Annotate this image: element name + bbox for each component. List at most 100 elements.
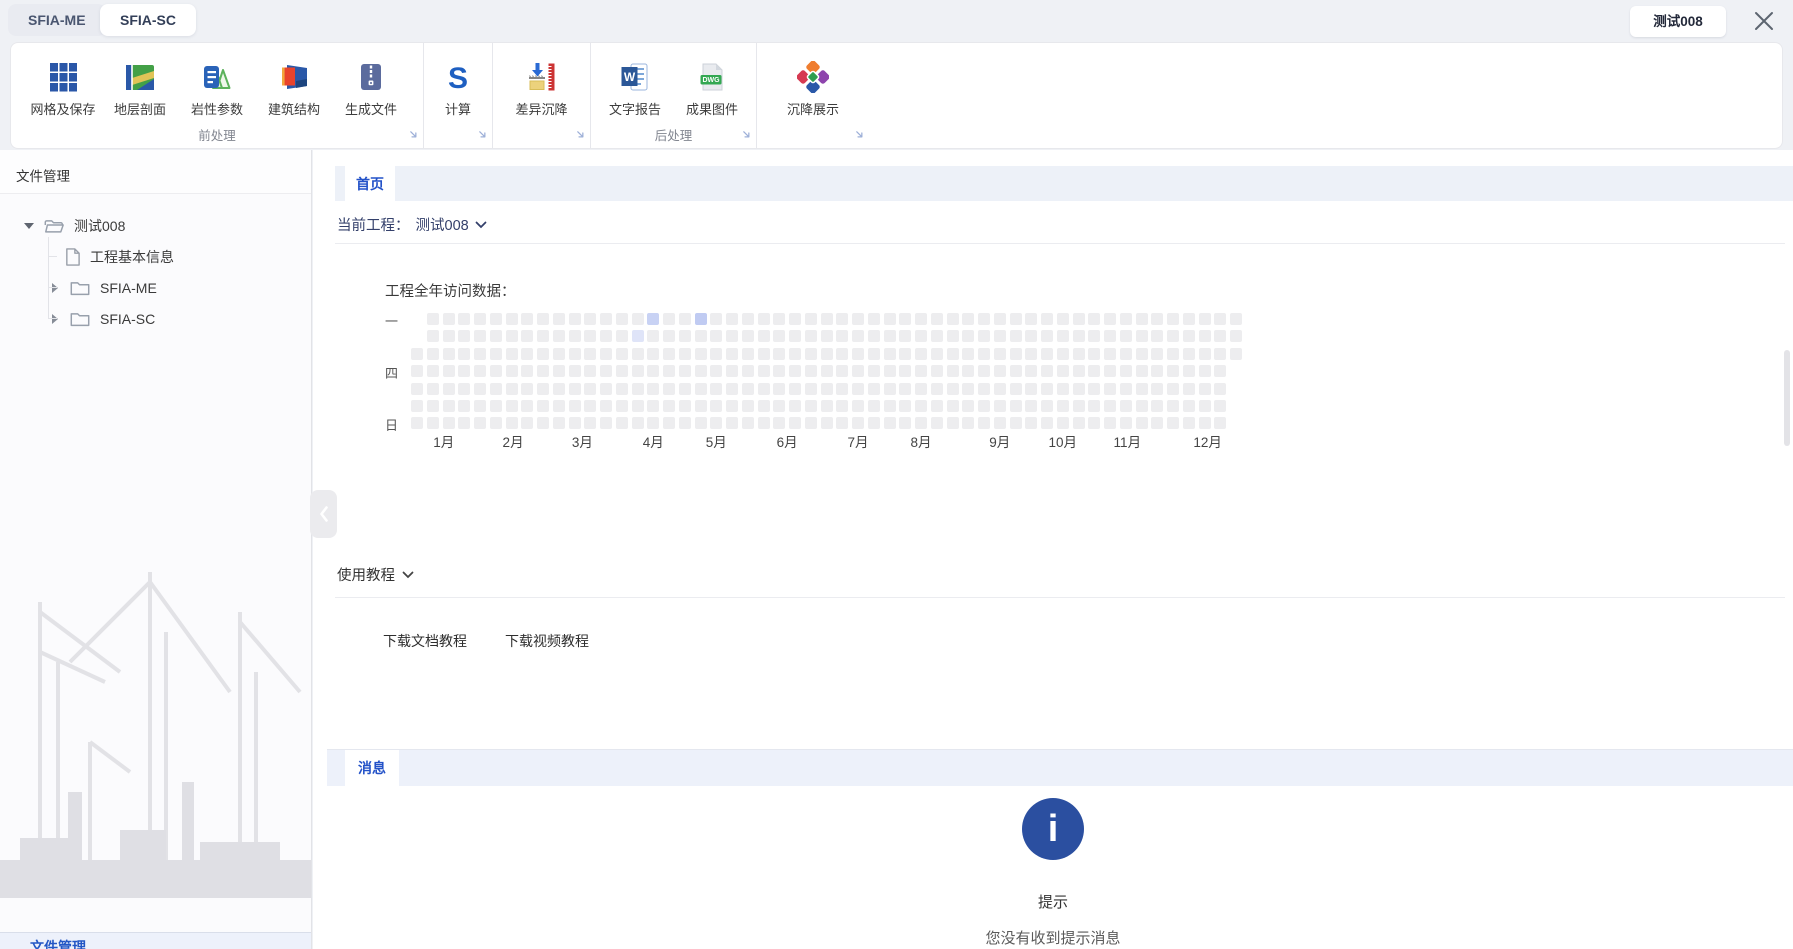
tree-item-root[interactable]: 测试008: [0, 210, 311, 241]
heatmap-cell: [521, 330, 533, 342]
tutorial-link-1[interactable]: 下载视频教程: [505, 631, 589, 651]
project-chip[interactable]: 测试008: [1630, 6, 1726, 37]
heatmap-cell: [647, 383, 659, 395]
heatmap-cell: [742, 383, 754, 395]
heatmap-cell: [805, 417, 817, 429]
heatmap-cell: [1136, 365, 1148, 377]
heatmap-cell: [679, 365, 691, 377]
heatmap-cell: [506, 348, 518, 360]
ribbon-button[interactable]: W文字报告: [598, 59, 673, 118]
heatmap-cell: [805, 348, 817, 360]
heatmap-cell: [1073, 313, 1085, 325]
heatmap-cell: [773, 348, 785, 360]
tree-item-child-0[interactable]: 工程基本信息: [0, 241, 311, 272]
zip-file-icon: [353, 59, 389, 95]
group-expand-arrow-icon[interactable]: [742, 126, 751, 144]
heatmap-cell: [569, 417, 581, 429]
heatmap-title: 工程全年访问数据：: [385, 280, 516, 301]
group-expand-arrow-icon[interactable]: [478, 126, 487, 144]
tutorial-section-header[interactable]: 使用教程: [337, 564, 414, 585]
heatmap-cell: [710, 383, 722, 395]
heatmap-cell: [1167, 348, 1179, 360]
heatmap-cell: [915, 313, 927, 325]
close-icon[interactable]: [1749, 8, 1779, 34]
heatmap-month-label: 9月: [989, 431, 1010, 451]
heatmap-cell: [1010, 383, 1022, 395]
heatmap-cell: [616, 330, 628, 342]
heatmap-cell: [537, 330, 549, 342]
heatmap-cell: [569, 365, 581, 377]
ribbon-button[interactable]: 地层剖面: [103, 59, 178, 118]
heatmap-cell: [962, 365, 974, 377]
strata-icon: [122, 59, 158, 95]
cube-icon: [795, 59, 831, 95]
heatmap-cell: [773, 383, 785, 395]
heatmap-cell: [821, 330, 833, 342]
settlement-icon: [524, 59, 560, 95]
heatmap-cell: [569, 330, 581, 342]
heatmap-cell: [789, 313, 801, 325]
tree-item-child-2[interactable]: SFIA-SC: [0, 303, 311, 334]
ribbon-button[interactable]: DWG成果图件: [675, 59, 750, 118]
tab-messages[interactable]: 消息: [345, 750, 399, 786]
tree-item-child-1[interactable]: SFIA-ME: [0, 272, 311, 303]
heatmap-cell: [647, 400, 659, 412]
heatmap-cell: [899, 417, 911, 429]
heatmap-cell: [569, 348, 581, 360]
ribbon-button[interactable]: 差异沉降: [504, 59, 579, 118]
heatmap-cell: [1057, 348, 1069, 360]
heatmap-cell: [947, 400, 959, 412]
heatmap-cell: [978, 400, 990, 412]
heatmap-cell: [506, 417, 518, 429]
caret-right-icon[interactable]: [50, 283, 60, 293]
tab-home[interactable]: 首页: [345, 166, 395, 201]
caret-right-icon[interactable]: [50, 314, 60, 324]
heatmap-cell: [758, 383, 770, 395]
heatmap-cell: [490, 400, 502, 412]
ribbon-button[interactable]: 建筑结构: [257, 59, 332, 118]
heatmap-cell: [742, 417, 754, 429]
heatmap-cell: [1057, 417, 1069, 429]
ribbon-button[interactable]: S计算: [424, 59, 492, 118]
heatmap-cell: [821, 417, 833, 429]
heatmap-cell: [553, 383, 565, 395]
app-tab-sfia-sc[interactable]: SFIA-SC: [100, 4, 196, 36]
heatmap-cell: [647, 365, 659, 377]
ribbon-button[interactable]: 沉降展示: [776, 59, 851, 118]
messages-empty-title: 提示: [313, 891, 1793, 912]
heatmap-cell: [758, 417, 770, 429]
group-expand-arrow-icon[interactable]: [576, 126, 585, 144]
heatmap-cell: [584, 348, 596, 360]
group-expand-arrow-icon[interactable]: [409, 126, 418, 144]
heatmap-cell: [884, 365, 896, 377]
heatmap-cell: [695, 330, 707, 342]
ribbon-group-3: 差异沉降: [493, 43, 591, 148]
heatmap-cell: [1214, 330, 1226, 342]
heatmap-cell: [758, 313, 770, 325]
heatmap-day-label: 日: [385, 415, 398, 434]
heatmap-cell: [805, 330, 817, 342]
ribbon-button[interactable]: 生成文件: [334, 59, 409, 118]
ribbon-button-label: 地层剖面: [114, 99, 166, 118]
heatmap-cell: [506, 330, 518, 342]
group-expand-arrow-icon[interactable]: [855, 126, 864, 144]
heatmap-cell: [1120, 313, 1132, 325]
heatmap-cell: [569, 383, 581, 395]
heatmap-cell: [1120, 383, 1132, 395]
caret-down-icon[interactable]: [24, 223, 34, 229]
heatmap-cell: [663, 313, 675, 325]
heatmap-cell: [632, 365, 644, 377]
ribbon-button[interactable]: 岩性参数: [180, 59, 255, 118]
tutorial-link-0[interactable]: 下载文档教程: [383, 631, 467, 651]
lithology-icon: [199, 59, 235, 95]
heatmap-cell: [1151, 365, 1163, 377]
sidebar-bottom-tab[interactable]: 文件管理: [0, 932, 311, 949]
folder-open-icon: [43, 216, 65, 235]
heatmap-cell: [474, 400, 486, 412]
current-project-row[interactable]: 当前工程： 测试008: [337, 214, 487, 235]
sidebar-collapse-handle[interactable]: [310, 490, 337, 538]
ribbon-button[interactable]: 网格及保存: [26, 59, 101, 118]
scrollbar-thumb[interactable]: [1784, 350, 1790, 446]
divider: [335, 243, 1785, 244]
app-tab-sfia-me[interactable]: SFIA-ME: [8, 4, 106, 36]
